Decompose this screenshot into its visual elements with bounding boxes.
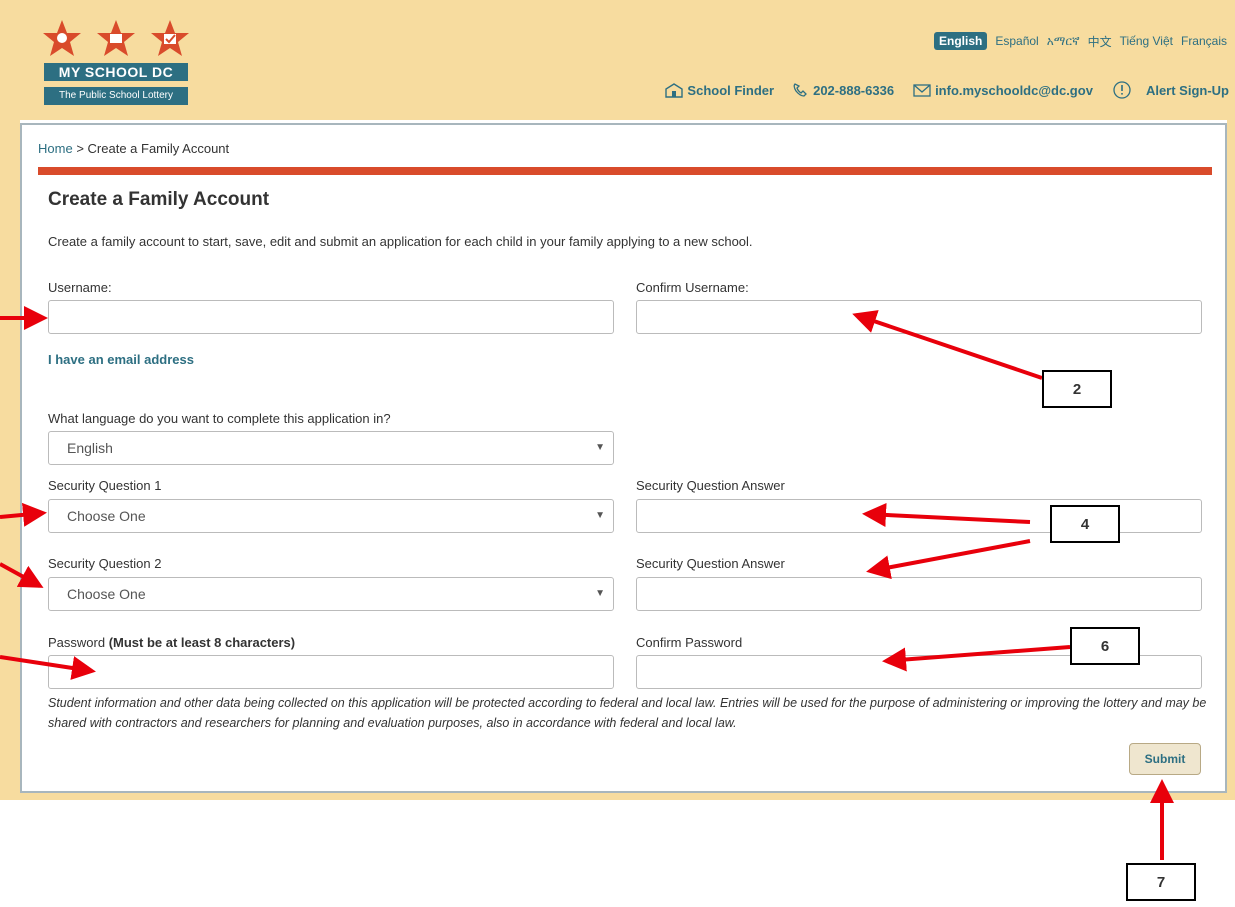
- arrow-2: [852, 310, 1043, 380]
- arrow-4a: [862, 502, 1031, 527]
- callout-2: 2: [1042, 370, 1112, 408]
- annotation-arrows: [0, 306, 1174, 860]
- callout-6: 6: [1070, 627, 1140, 665]
- callout-7: 7: [1126, 863, 1196, 901]
- arrow-6b: [882, 645, 1071, 672]
- arrow-4b: [866, 539, 1031, 580]
- arrow-3: [0, 502, 47, 527]
- arrow-6: [0, 655, 96, 680]
- callout-4: 4: [1050, 505, 1120, 543]
- arrow-5: [0, 562, 44, 588]
